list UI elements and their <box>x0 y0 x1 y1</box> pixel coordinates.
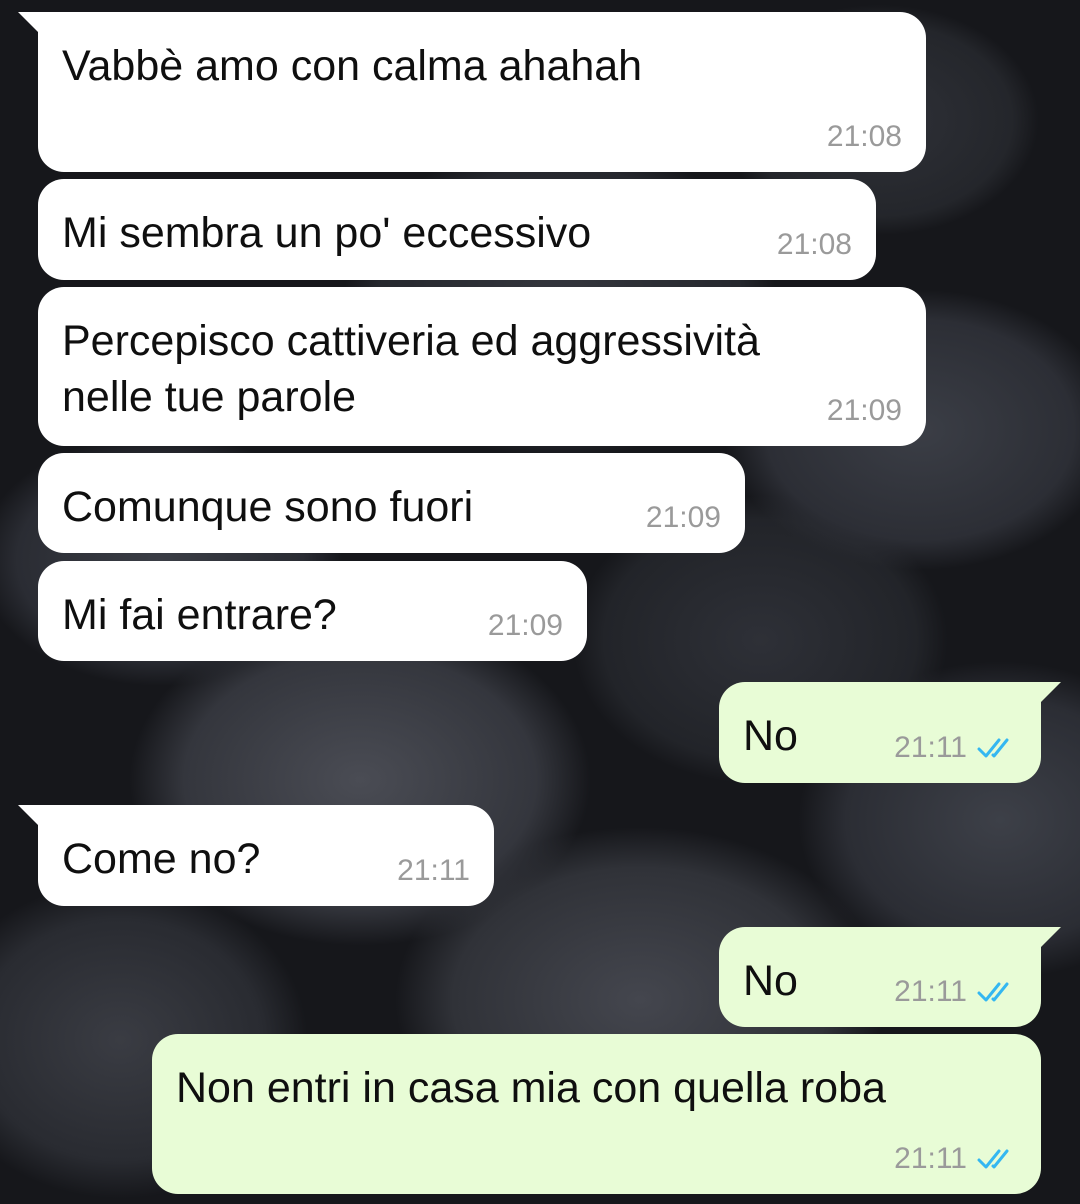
message-time: 21:09 <box>645 501 721 534</box>
message-meta: 21:11 <box>397 854 470 888</box>
message-text: Vabbè amo con calma ahahah <box>62 42 643 90</box>
incoming-message[interactable]: Mi fai entrare? 21:09 <box>38 561 587 661</box>
incoming-message[interactable]: Comunque sono fuori 21:09 <box>38 453 745 553</box>
message-meta: 21:09 <box>646 501 721 535</box>
message-meta: 21:11 <box>894 731 1017 765</box>
incoming-message[interactable]: Percepisco cattiveria ed aggressività ne… <box>38 287 926 446</box>
outgoing-message[interactable]: No 21:11 <box>719 927 1061 1027</box>
message-meta: 21:08 <box>777 228 852 262</box>
double-check-icon <box>977 738 1009 758</box>
incoming-message[interactable]: Vabbè amo con calma ahahah 21:08 <box>18 12 926 172</box>
message-time: 21:11 <box>894 731 967 764</box>
message-time: 21:11 <box>397 854 470 887</box>
message-text-line-1: Percepisco cattiveria ed aggressività <box>62 317 760 365</box>
message-time: 21:11 <box>894 1142 967 1175</box>
message-meta: 21:09 <box>827 394 902 428</box>
double-check-icon <box>977 1149 1009 1169</box>
message-time: 21:09 <box>826 394 902 427</box>
message-text: Mi sembra un po' eccessivo <box>62 209 592 257</box>
message-meta: 21:11 <box>894 975 1017 1009</box>
incoming-message[interactable]: Mi sembra un po' eccessivo 21:08 <box>38 179 876 280</box>
message-meta: 21:08 <box>827 120 902 154</box>
incoming-message[interactable]: Come no? 21:11 <box>18 805 494 906</box>
outgoing-message[interactable]: No 21:11 <box>719 682 1061 783</box>
message-text-line-2: nelle tue parole <box>62 373 357 421</box>
message-meta: 21:11 <box>894 1142 1017 1176</box>
double-check-icon <box>977 982 1009 1002</box>
message-time: 21:08 <box>826 120 902 153</box>
message-time: 21:11 <box>894 975 967 1008</box>
message-text: Comunque sono fuori <box>62 483 474 531</box>
message-meta: 21:09 <box>488 609 563 643</box>
message-time: 21:08 <box>776 228 852 261</box>
message-text: Non entri in casa mia con quella roba <box>176 1064 886 1112</box>
outgoing-message[interactable]: Non entri in casa mia con quella roba 21… <box>152 1034 1041 1194</box>
message-time: 21:09 <box>487 609 563 642</box>
